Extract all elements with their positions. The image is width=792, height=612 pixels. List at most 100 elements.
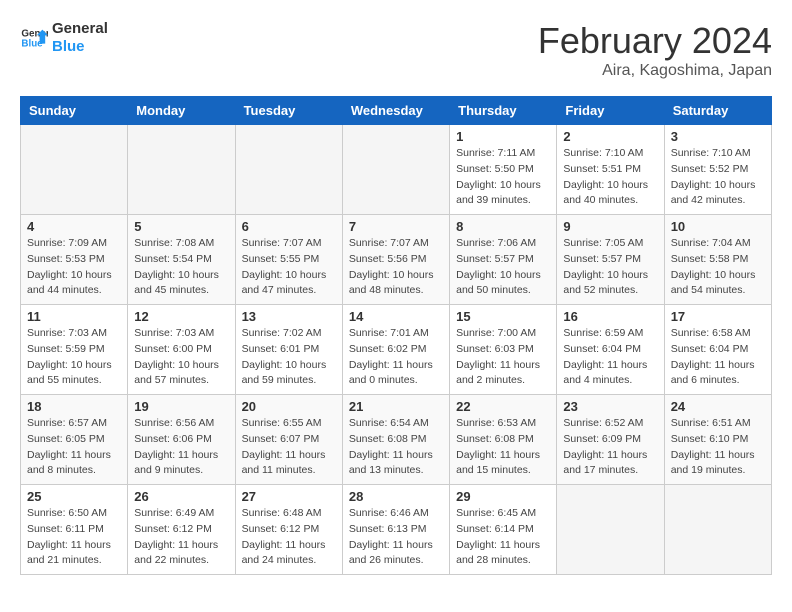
logo-blue: Blue (52, 38, 108, 56)
day-info: Sunrise: 6:50 AM Sunset: 6:11 PM Dayligh… (27, 506, 121, 569)
day-cell-17: 17 Sunrise: 6:58 AM Sunset: 6:04 PM Dayli… (664, 305, 771, 395)
day-info: Sunrise: 7:03 AM Sunset: 6:00 PM Dayligh… (134, 326, 228, 389)
month-year-title: February 2024 (538, 20, 772, 62)
weekday-header-thursday: Thursday (450, 97, 557, 125)
day-cell-18: 18 Sunrise: 6:57 AM Sunset: 6:05 PM Dayli… (21, 395, 128, 485)
day-number: 5 (134, 219, 228, 234)
day-number: 17 (671, 309, 765, 324)
empty-cell (557, 485, 664, 575)
day-info: Sunrise: 6:49 AM Sunset: 6:12 PM Dayligh… (134, 506, 228, 569)
day-info: Sunrise: 7:03 AM Sunset: 5:59 PM Dayligh… (27, 326, 121, 389)
day-info: Sunrise: 7:07 AM Sunset: 5:56 PM Dayligh… (349, 236, 443, 299)
day-cell-7: 7 Sunrise: 7:07 AM Sunset: 5:56 PM Daylig… (342, 215, 449, 305)
day-cell-20: 20 Sunrise: 6:55 AM Sunset: 6:07 PM Dayli… (235, 395, 342, 485)
day-cell-12: 12Sunrise: 7:03 AM Sunset: 6:00 PM Dayli… (128, 305, 235, 395)
day-number: 24 (671, 399, 765, 414)
day-cell-28: 28Sunrise: 6:46 AM Sunset: 6:13 PM Dayli… (342, 485, 449, 575)
day-info: Sunrise: 7:04 AM Sunset: 5:58 PM Dayligh… (671, 236, 765, 299)
week-row-4: 18 Sunrise: 6:57 AM Sunset: 6:05 PM Dayli… (21, 395, 772, 485)
day-info: Sunrise: 6:51 AM Sunset: 6:10 PM Dayligh… (671, 416, 765, 479)
day-number: 10 (671, 219, 765, 234)
weekday-header-monday: Monday (128, 97, 235, 125)
day-number: 2 (563, 129, 657, 144)
day-cell-27: 27 Sunrise: 6:48 AM Sunset: 6:12 PM Dayli… (235, 485, 342, 575)
weekday-header-row: SundayMondayTuesdayWednesdayThursdayFrid… (21, 97, 772, 125)
week-row-3: 11Sunrise: 7:03 AM Sunset: 5:59 PM Dayli… (21, 305, 772, 395)
day-number: 29 (456, 489, 550, 504)
week-row-2: 4 Sunrise: 7:09 AM Sunset: 5:53 PM Daylig… (21, 215, 772, 305)
logo-icon: General Blue (20, 24, 48, 52)
weekday-header-friday: Friday (557, 97, 664, 125)
calendar-table: SundayMondayTuesdayWednesdayThursdayFrid… (20, 96, 772, 575)
day-info: Sunrise: 6:46 AM Sunset: 6:13 PM Dayligh… (349, 506, 443, 569)
day-info: Sunrise: 6:54 AM Sunset: 6:08 PM Dayligh… (349, 416, 443, 479)
day-number: 19 (134, 399, 228, 414)
day-cell-29: 29 Sunrise: 6:45 AM Sunset: 6:14 PM Dayli… (450, 485, 557, 575)
day-info: Sunrise: 7:00 AM Sunset: 6:03 PM Dayligh… (456, 326, 550, 389)
empty-cell (664, 485, 771, 575)
weekday-header-tuesday: Tuesday (235, 97, 342, 125)
day-cell-14: 14 Sunrise: 7:01 AM Sunset: 6:02 PM Dayli… (342, 305, 449, 395)
weekday-header-sunday: Sunday (21, 97, 128, 125)
empty-cell (342, 125, 449, 215)
day-cell-8: 8Sunrise: 7:06 AM Sunset: 5:57 PM Daylig… (450, 215, 557, 305)
day-cell-21: 21 Sunrise: 6:54 AM Sunset: 6:08 PM Dayli… (342, 395, 449, 485)
day-info: Sunrise: 7:10 AM Sunset: 5:52 PM Dayligh… (671, 146, 765, 209)
day-cell-4: 4 Sunrise: 7:09 AM Sunset: 5:53 PM Daylig… (21, 215, 128, 305)
day-info: Sunrise: 6:52 AM Sunset: 6:09 PM Dayligh… (563, 416, 657, 479)
day-info: Sunrise: 7:01 AM Sunset: 6:02 PM Dayligh… (349, 326, 443, 389)
day-cell-15: 15 Sunrise: 7:00 AM Sunset: 6:03 PM Dayli… (450, 305, 557, 395)
day-cell-26: 26 Sunrise: 6:49 AM Sunset: 6:12 PM Dayli… (128, 485, 235, 575)
day-info: Sunrise: 6:59 AM Sunset: 6:04 PM Dayligh… (563, 326, 657, 389)
day-cell-22: 22 Sunrise: 6:53 AM Sunset: 6:08 PM Dayli… (450, 395, 557, 485)
day-cell-11: 11Sunrise: 7:03 AM Sunset: 5:59 PM Dayli… (21, 305, 128, 395)
day-info: Sunrise: 7:05 AM Sunset: 5:57 PM Dayligh… (563, 236, 657, 299)
day-number: 13 (242, 309, 336, 324)
empty-cell (21, 125, 128, 215)
day-cell-13: 13 Sunrise: 7:02 AM Sunset: 6:01 PM Dayli… (235, 305, 342, 395)
day-info: Sunrise: 7:09 AM Sunset: 5:53 PM Dayligh… (27, 236, 121, 299)
day-info: Sunrise: 7:08 AM Sunset: 5:54 PM Dayligh… (134, 236, 228, 299)
day-cell-3: 3Sunrise: 7:10 AM Sunset: 5:52 PM Daylig… (664, 125, 771, 215)
day-info: Sunrise: 6:48 AM Sunset: 6:12 PM Dayligh… (242, 506, 336, 569)
day-number: 25 (27, 489, 121, 504)
day-number: 18 (27, 399, 121, 414)
day-info: Sunrise: 7:02 AM Sunset: 6:01 PM Dayligh… (242, 326, 336, 389)
day-number: 22 (456, 399, 550, 414)
day-info: Sunrise: 6:57 AM Sunset: 6:05 PM Dayligh… (27, 416, 121, 479)
day-number: 14 (349, 309, 443, 324)
day-info: Sunrise: 6:45 AM Sunset: 6:14 PM Dayligh… (456, 506, 550, 569)
day-cell-23: 23 Sunrise: 6:52 AM Sunset: 6:09 PM Dayli… (557, 395, 664, 485)
day-number: 23 (563, 399, 657, 414)
day-info: Sunrise: 7:06 AM Sunset: 5:57 PM Dayligh… (456, 236, 550, 299)
day-number: 16 (563, 309, 657, 324)
day-number: 4 (27, 219, 121, 234)
header: General Blue General Blue February 2024 … (20, 20, 772, 80)
weekday-header-saturday: Saturday (664, 97, 771, 125)
logo: General Blue General Blue (20, 20, 108, 56)
day-info: Sunrise: 6:56 AM Sunset: 6:06 PM Dayligh… (134, 416, 228, 479)
day-cell-2: 2Sunrise: 7:10 AM Sunset: 5:51 PM Daylig… (557, 125, 664, 215)
location-subtitle: Aira, Kagoshima, Japan (538, 62, 772, 80)
title-area: February 2024 Aira, Kagoshima, Japan (538, 20, 772, 80)
day-info: Sunrise: 7:07 AM Sunset: 5:55 PM Dayligh… (242, 236, 336, 299)
day-info: Sunrise: 6:58 AM Sunset: 6:04 PM Dayligh… (671, 326, 765, 389)
day-cell-1: 1Sunrise: 7:11 AM Sunset: 5:50 PM Daylig… (450, 125, 557, 215)
day-cell-10: 10 Sunrise: 7:04 AM Sunset: 5:58 PM Dayli… (664, 215, 771, 305)
day-cell-5: 5 Sunrise: 7:08 AM Sunset: 5:54 PM Daylig… (128, 215, 235, 305)
day-number: 21 (349, 399, 443, 414)
day-number: 20 (242, 399, 336, 414)
day-info: Sunrise: 6:53 AM Sunset: 6:08 PM Dayligh… (456, 416, 550, 479)
day-number: 7 (349, 219, 443, 234)
day-number: 1 (456, 129, 550, 144)
day-number: 15 (456, 309, 550, 324)
day-cell-25: 25 Sunrise: 6:50 AM Sunset: 6:11 PM Dayli… (21, 485, 128, 575)
day-cell-6: 6Sunrise: 7:07 AM Sunset: 5:55 PM Daylig… (235, 215, 342, 305)
week-row-5: 25 Sunrise: 6:50 AM Sunset: 6:11 PM Dayli… (21, 485, 772, 575)
day-cell-16: 16 Sunrise: 6:59 AM Sunset: 6:04 PM Dayli… (557, 305, 664, 395)
day-number: 26 (134, 489, 228, 504)
weekday-header-wednesday: Wednesday (342, 97, 449, 125)
day-info: Sunrise: 6:55 AM Sunset: 6:07 PM Dayligh… (242, 416, 336, 479)
day-cell-24: 24 Sunrise: 6:51 AM Sunset: 6:10 PM Dayli… (664, 395, 771, 485)
day-number: 27 (242, 489, 336, 504)
